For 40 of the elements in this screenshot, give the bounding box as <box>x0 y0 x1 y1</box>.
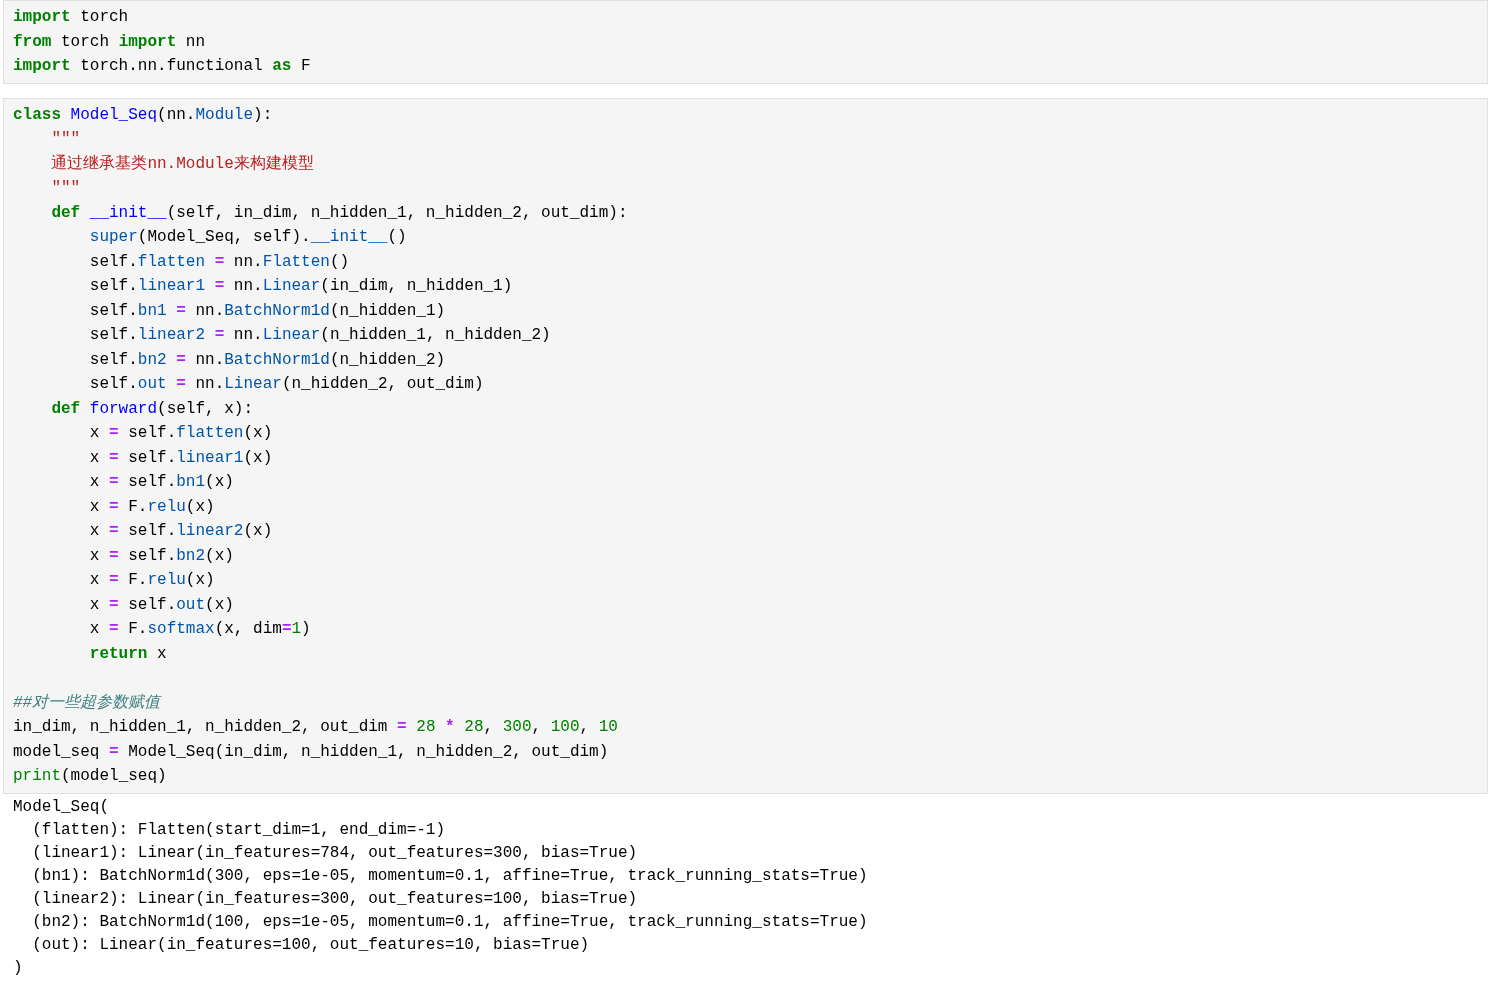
code-line: x = F.relu(x) <box>88 496 215 518</box>
output-line: (linear1): Linear(in_features=784, out_features=300, bias=True) <box>31 842 638 864</box>
output-line: (bn1): BatchNorm1d(300, eps=1e-05, momentum=0.1, affine=True, track_running_stats=True) <box>31 865 868 887</box>
code-line: x = self.flatten(x) <box>88 423 273 444</box>
code-line: """ <box>50 129 81 150</box>
code-line: x = self.bn2(x) <box>88 545 234 567</box>
code-cell[interactable] <box>3 97 1488 794</box>
code-line: in_dim, n_hidden_1, n_hidden_2, out_dim = 28 * 28, 300, 100, 10 <box>13 717 618 738</box>
code-line: self.bn1 = nn.BatchNorm1d(n_hidden_1) <box>88 300 446 322</box>
code-line: """ <box>50 178 81 199</box>
code-line: import torch <box>13 7 129 28</box>
code-line: x = F.relu(x) <box>88 570 215 591</box>
code-line: x = self.out(x) <box>88 594 234 616</box>
code-line: from torch import nn <box>13 31 206 53</box>
output-line: (linear2): Linear(in_features=300, out_features=100, bias=True) <box>31 888 638 910</box>
code-line: class Model_Seq(nn.Module): <box>13 104 273 126</box>
code-line: self.bn2 = nn.BatchNorm1d(n_hidden_2) <box>88 349 446 371</box>
code-line: self.flatten = nn.Flatten() <box>88 251 350 273</box>
code-line: super(Model_Seq, self).__init__() <box>88 227 407 248</box>
output-line: (bn2): BatchNorm1d(100, eps=1e-05, momentum=0.1, affine=True, track_running_stats=True) <box>31 911 868 933</box>
code-line: def __init__(self, in_dim, n_hidden_1, n_hidden_2, out_dim): <box>50 202 628 224</box>
code-line: x = self.linear2(x) <box>88 521 273 542</box>
code-line: print(model_seq) <box>13 766 167 787</box>
output-line: (out): Linear(in_features=100, out_features=10, bias=True) <box>31 934 590 956</box>
code-line: model_seq = Model_Seq(in_dim, n_hidden_1, n_hidden_2, out_dim) <box>13 741 609 763</box>
code-line: import torch.nn.functional as F <box>13 56 311 77</box>
output-line: Model_Seq( <box>13 796 109 818</box>
code-line: self.linear1 = nn.Linear(in_dim, n_hidden_1) <box>88 276 513 297</box>
code-line: self.out = nn.Linear(n_hidden_2, out_dim) <box>88 374 484 395</box>
code-line: def forward(self, x): <box>50 398 254 420</box>
output-line: (flatten): Flatten(start_dim=1, end_dim=-1) <box>31 819 446 841</box>
output-line: ) <box>13 957 23 979</box>
code-line: x = F.softmax(x, dim=1) <box>88 619 311 640</box>
code-line: x = self.linear1(x) <box>88 447 273 469</box>
code-line: return x <box>88 643 167 665</box>
code-line: self.linear2 = nn.Linear(n_hidden_1, n_hidden_2) <box>88 325 551 346</box>
code-comment: ##对一些超参数赋值 <box>13 692 161 714</box>
code-line: 通过继承基类nn.Module来构建模型 <box>50 153 314 175</box>
code-line: x = self.bn1(x) <box>88 472 234 493</box>
code-cell[interactable]: import torch from torch import nn import torch.nn.functional as F <box>3 0 1488 84</box>
